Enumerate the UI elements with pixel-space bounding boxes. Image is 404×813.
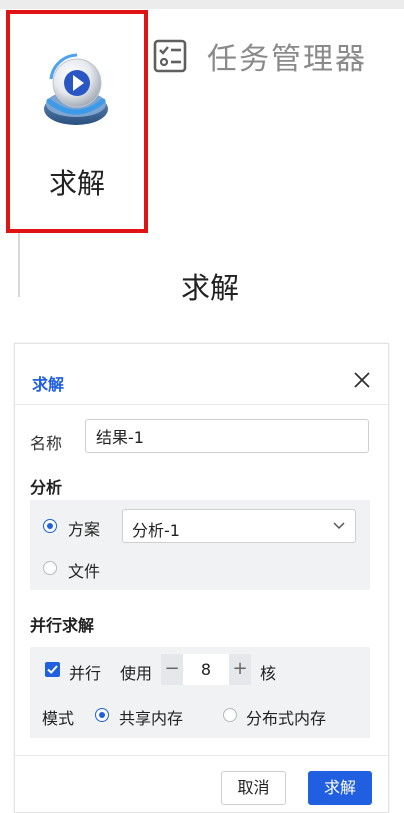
ribbon-panel: 求解 任务管理器 求解 bbox=[0, 0, 404, 305]
cores-decrement-button[interactable]: − bbox=[161, 654, 183, 685]
analysis-panel: 方案 分析-1 文件 bbox=[30, 500, 370, 590]
parallel-checkbox-label: 并行 bbox=[69, 664, 102, 683]
ribbon-top-border bbox=[0, 0, 404, 9]
cancel-button[interactable]: 取消 bbox=[221, 771, 286, 805]
solve-submit-button[interactable]: 求解 bbox=[308, 771, 372, 805]
ribbon-solve-button[interactable]: 求解 bbox=[6, 10, 148, 233]
dialog-title: 求解 bbox=[32, 375, 65, 394]
distributed-memory-label: 分布式内存 bbox=[246, 709, 327, 728]
cores-increment-button[interactable]: + bbox=[229, 654, 251, 685]
shared-memory-label: 共享内存 bbox=[119, 709, 184, 728]
file-radio-label: 文件 bbox=[68, 562, 101, 581]
ribbon-solve-label: 求解 bbox=[48, 167, 105, 200]
scheme-radio[interactable] bbox=[43, 519, 57, 533]
dialog-header: 求解 bbox=[15, 344, 388, 405]
parallel-panel: 并行 使用 − 8 + 核 模式 共享内存 分布式内存 bbox=[30, 647, 370, 738]
chevron-down-icon bbox=[333, 522, 345, 530]
use-label: 使用 bbox=[120, 664, 153, 683]
checklist-icon bbox=[153, 39, 187, 73]
mode-label: 模式 bbox=[42, 709, 75, 728]
distributed-memory-radio[interactable] bbox=[223, 708, 237, 722]
solve-play-disc-icon bbox=[44, 53, 108, 125]
task-manager-label: 任务管理器 bbox=[207, 42, 367, 77]
checkmark-icon bbox=[47, 665, 58, 674]
parallel-checkbox[interactable] bbox=[45, 662, 60, 677]
cores-value[interactable]: 8 bbox=[183, 660, 229, 679]
cores-stepper: − 8 + bbox=[161, 654, 251, 685]
ribbon-group-label: 求解 bbox=[180, 271, 239, 305]
analysis-section-title: 分析 bbox=[30, 478, 63, 497]
dialog-footer-divider bbox=[15, 755, 388, 756]
parallel-section-title: 并行求解 bbox=[30, 616, 95, 635]
shared-memory-radio[interactable] bbox=[95, 708, 109, 722]
file-radio[interactable] bbox=[43, 561, 57, 575]
name-input[interactable] bbox=[85, 419, 369, 453]
scheme-select-value: 分析-1 bbox=[132, 521, 180, 540]
scheme-radio-label: 方案 bbox=[68, 520, 101, 539]
close-icon[interactable] bbox=[352, 370, 372, 390]
solve-dialog: 求解 名称 分析 方案 分析-1 文件 并行求解 并行 使用 − 8 bbox=[14, 343, 389, 813]
task-manager-button[interactable]: 任务管理器 bbox=[150, 36, 367, 77]
cores-unit-label: 核 bbox=[260, 664, 277, 683]
scheme-select[interactable]: 分析-1 bbox=[122, 509, 356, 543]
name-label: 名称 bbox=[30, 434, 63, 453]
